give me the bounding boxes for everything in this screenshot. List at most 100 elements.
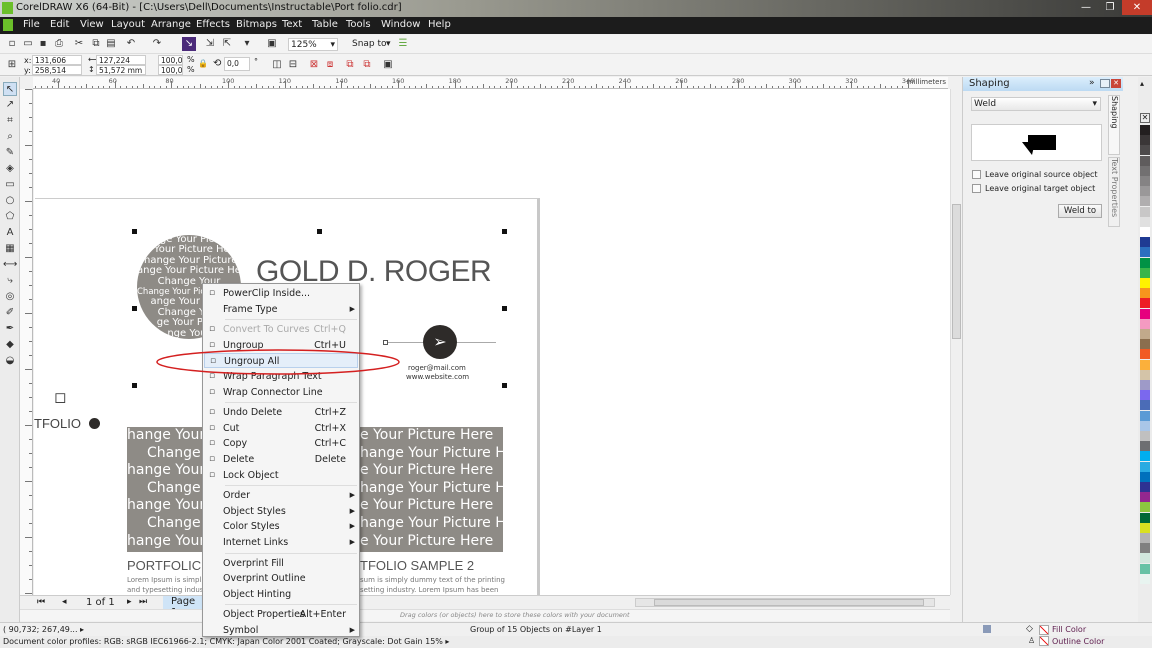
ungroup-all-icon[interactable]: ⧈ xyxy=(323,58,337,72)
app-launcher-icon[interactable]: ▣ xyxy=(265,37,279,51)
color-swatch[interactable] xyxy=(1140,196,1150,207)
search-content-icon[interactable]: ↘ xyxy=(182,37,196,51)
color-swatch[interactable] xyxy=(1140,533,1150,543)
import-icon[interactable]: ⇲ xyxy=(203,37,217,51)
fill-tool-icon[interactable]: ◆ xyxy=(3,338,17,352)
menu-edit[interactable]: Edit xyxy=(50,19,69,30)
color-swatch[interactable] xyxy=(1140,176,1150,186)
redo-icon[interactable]: ↷ xyxy=(150,37,164,51)
color-swatch[interactable] xyxy=(1140,237,1150,248)
color-swatch[interactable] xyxy=(1140,227,1150,237)
color-swatch[interactable] xyxy=(1140,247,1150,258)
tab-text-properties[interactable]: Text Properties xyxy=(1108,157,1120,227)
color-swatch[interactable] xyxy=(1140,278,1150,288)
color-swatch[interactable] xyxy=(1140,308,1150,319)
menu-item-convert-to-curves[interactable]: ▫ Convert To Curves Ctrl+Q xyxy=(204,322,358,337)
shaping-mode-select[interactable]: Weld ▾ xyxy=(971,97,1101,111)
color-swatch[interactable] xyxy=(1140,522,1150,533)
scroll-up-icon[interactable]: ▴ xyxy=(1140,79,1144,88)
color-swatch[interactable] xyxy=(1140,165,1150,176)
vertical-scrollbar[interactable] xyxy=(950,89,962,595)
color-swatch[interactable] xyxy=(1140,257,1150,268)
menu-effects[interactable]: Effects xyxy=(196,19,230,30)
options-icon[interactable]: ☰ xyxy=(396,37,410,51)
blend-tool-icon[interactable]: ◎ xyxy=(3,290,17,304)
color-swatch[interactable] xyxy=(1140,543,1150,554)
open-icon[interactable]: ▭ xyxy=(21,37,35,51)
mirror-vertical-icon[interactable]: ⊟ xyxy=(286,58,300,72)
selection-handle[interactable] xyxy=(132,383,137,388)
y-position-field[interactable]: 258,514 mm xyxy=(32,65,82,84)
last-page-icon[interactable]: ⏭ xyxy=(139,597,147,607)
selection-handle[interactable] xyxy=(317,229,322,234)
minimize-button[interactable]: — xyxy=(1074,0,1098,15)
horizontal-scrollbar[interactable] xyxy=(635,598,935,607)
publish-pdf-icon[interactable]: ▾ xyxy=(240,37,254,51)
first-page-icon[interactable]: ⏮ xyxy=(37,597,45,607)
mirror-horizontal-icon[interactable]: ◫ xyxy=(270,58,284,72)
color-swatch[interactable] xyxy=(1140,390,1150,401)
horizontal-ruler[interactable]: millimeters 4060801001201401601802002202… xyxy=(33,77,948,89)
object-origin-icon[interactable]: ⊞ xyxy=(5,58,19,72)
selection-handle[interactable] xyxy=(502,229,507,234)
export-icon[interactable]: ⇱ xyxy=(220,37,234,51)
eyedropper-tool-icon[interactable]: ✐ xyxy=(3,306,17,320)
color-swatch[interactable] xyxy=(1140,563,1150,574)
menu-item-overprint-outline[interactable]: Overprint Outline xyxy=(204,571,358,586)
color-swatch[interactable] xyxy=(1140,512,1150,523)
vertical-ruler[interactable] xyxy=(20,89,33,595)
expand-icon[interactable]: » xyxy=(1089,78,1095,88)
pick-tool-icon[interactable]: ↖ xyxy=(3,82,17,96)
color-swatch[interactable] xyxy=(1140,492,1150,503)
color-profiles-text[interactable]: Document color profiles: RGB: sRGB IEC61… xyxy=(3,637,449,646)
dimension-tool-icon[interactable]: ⟷ xyxy=(3,258,17,272)
color-swatch[interactable] xyxy=(1140,186,1150,197)
menu-text[interactable]: Text xyxy=(282,19,302,30)
shape-tool-icon[interactable]: ↗ xyxy=(3,98,17,112)
color-swatch[interactable] xyxy=(1140,155,1150,166)
weld-icon[interactable]: ▣ xyxy=(381,58,395,72)
scale-x-field[interactable]: 100,0 xyxy=(158,55,183,65)
color-swatch[interactable] xyxy=(1140,431,1150,441)
color-swatch[interactable] xyxy=(1140,125,1150,135)
rotation-field[interactable]: 0,0 xyxy=(224,57,250,71)
color-swatch[interactable] xyxy=(1140,380,1150,390)
color-swatch[interactable] xyxy=(1140,318,1150,329)
selection-handle[interactable] xyxy=(132,306,137,311)
close-button[interactable]: ✕ xyxy=(1122,0,1152,15)
color-swatch[interactable] xyxy=(1140,135,1150,146)
menu-item-object-styles[interactable]: Object Styles ▶ xyxy=(204,504,358,519)
menu-item-cut[interactable]: ▫ Cut Ctrl+X xyxy=(204,421,358,436)
save-icon[interactable]: ▪ xyxy=(36,37,50,51)
menu-item-internet-links[interactable]: Internet Links ▶ xyxy=(204,535,358,550)
lock-ratio-icon[interactable]: 🔒 xyxy=(198,59,208,68)
menu-table[interactable]: Table xyxy=(312,19,338,30)
selection-handle[interactable] xyxy=(502,383,507,388)
selection-handle[interactable] xyxy=(502,306,507,311)
menu-item-overprint-fill[interactable]: Overprint Fill xyxy=(204,556,358,571)
polygon-tool-icon[interactable]: ⬠ xyxy=(3,210,17,224)
outline-swatch[interactable] xyxy=(1039,636,1049,646)
menu-item-object-properties[interactable]: Object Properties Alt+Enter xyxy=(204,607,358,622)
scroll-thumb[interactable] xyxy=(952,204,961,339)
copy-icon[interactable]: ⧉ xyxy=(89,37,103,51)
color-swatch[interactable] xyxy=(1140,349,1150,360)
zoom-level-select[interactable]: 125% ▾ xyxy=(288,38,338,51)
menu-bitmaps[interactable]: Bitmaps xyxy=(236,19,277,30)
menu-item-copy[interactable]: ▫ Copy Ctrl+C xyxy=(204,436,358,451)
scale-y-field[interactable]: 100,0 xyxy=(158,65,183,75)
undo-icon[interactable]: ↶ xyxy=(124,37,138,51)
width-field[interactable]: 127,224 mm xyxy=(96,55,146,74)
x-position-field[interactable]: 131,606 mm xyxy=(32,55,82,74)
menu-item-color-styles[interactable]: Color Styles ▶ xyxy=(204,519,358,534)
color-swatch[interactable] xyxy=(1140,206,1150,217)
menu-item-order[interactable]: Order ▶ xyxy=(204,488,358,503)
prev-page-icon[interactable]: ◂ xyxy=(62,597,67,607)
document-color-well[interactable]: Drag colors (or objects) here to store t… xyxy=(20,609,950,621)
rectangle-tool-icon[interactable]: ▭ xyxy=(3,178,17,192)
menu-window[interactable]: Window xyxy=(381,19,420,30)
menu-item-wrap-connector-line[interactable]: ▫ Wrap Connector Line xyxy=(204,385,358,400)
close-docker-button[interactable]: ✕ xyxy=(1111,79,1121,88)
menu-item-lock-object[interactable]: ▫ Lock Object xyxy=(204,468,358,483)
fill-swatch[interactable] xyxy=(1039,625,1049,635)
